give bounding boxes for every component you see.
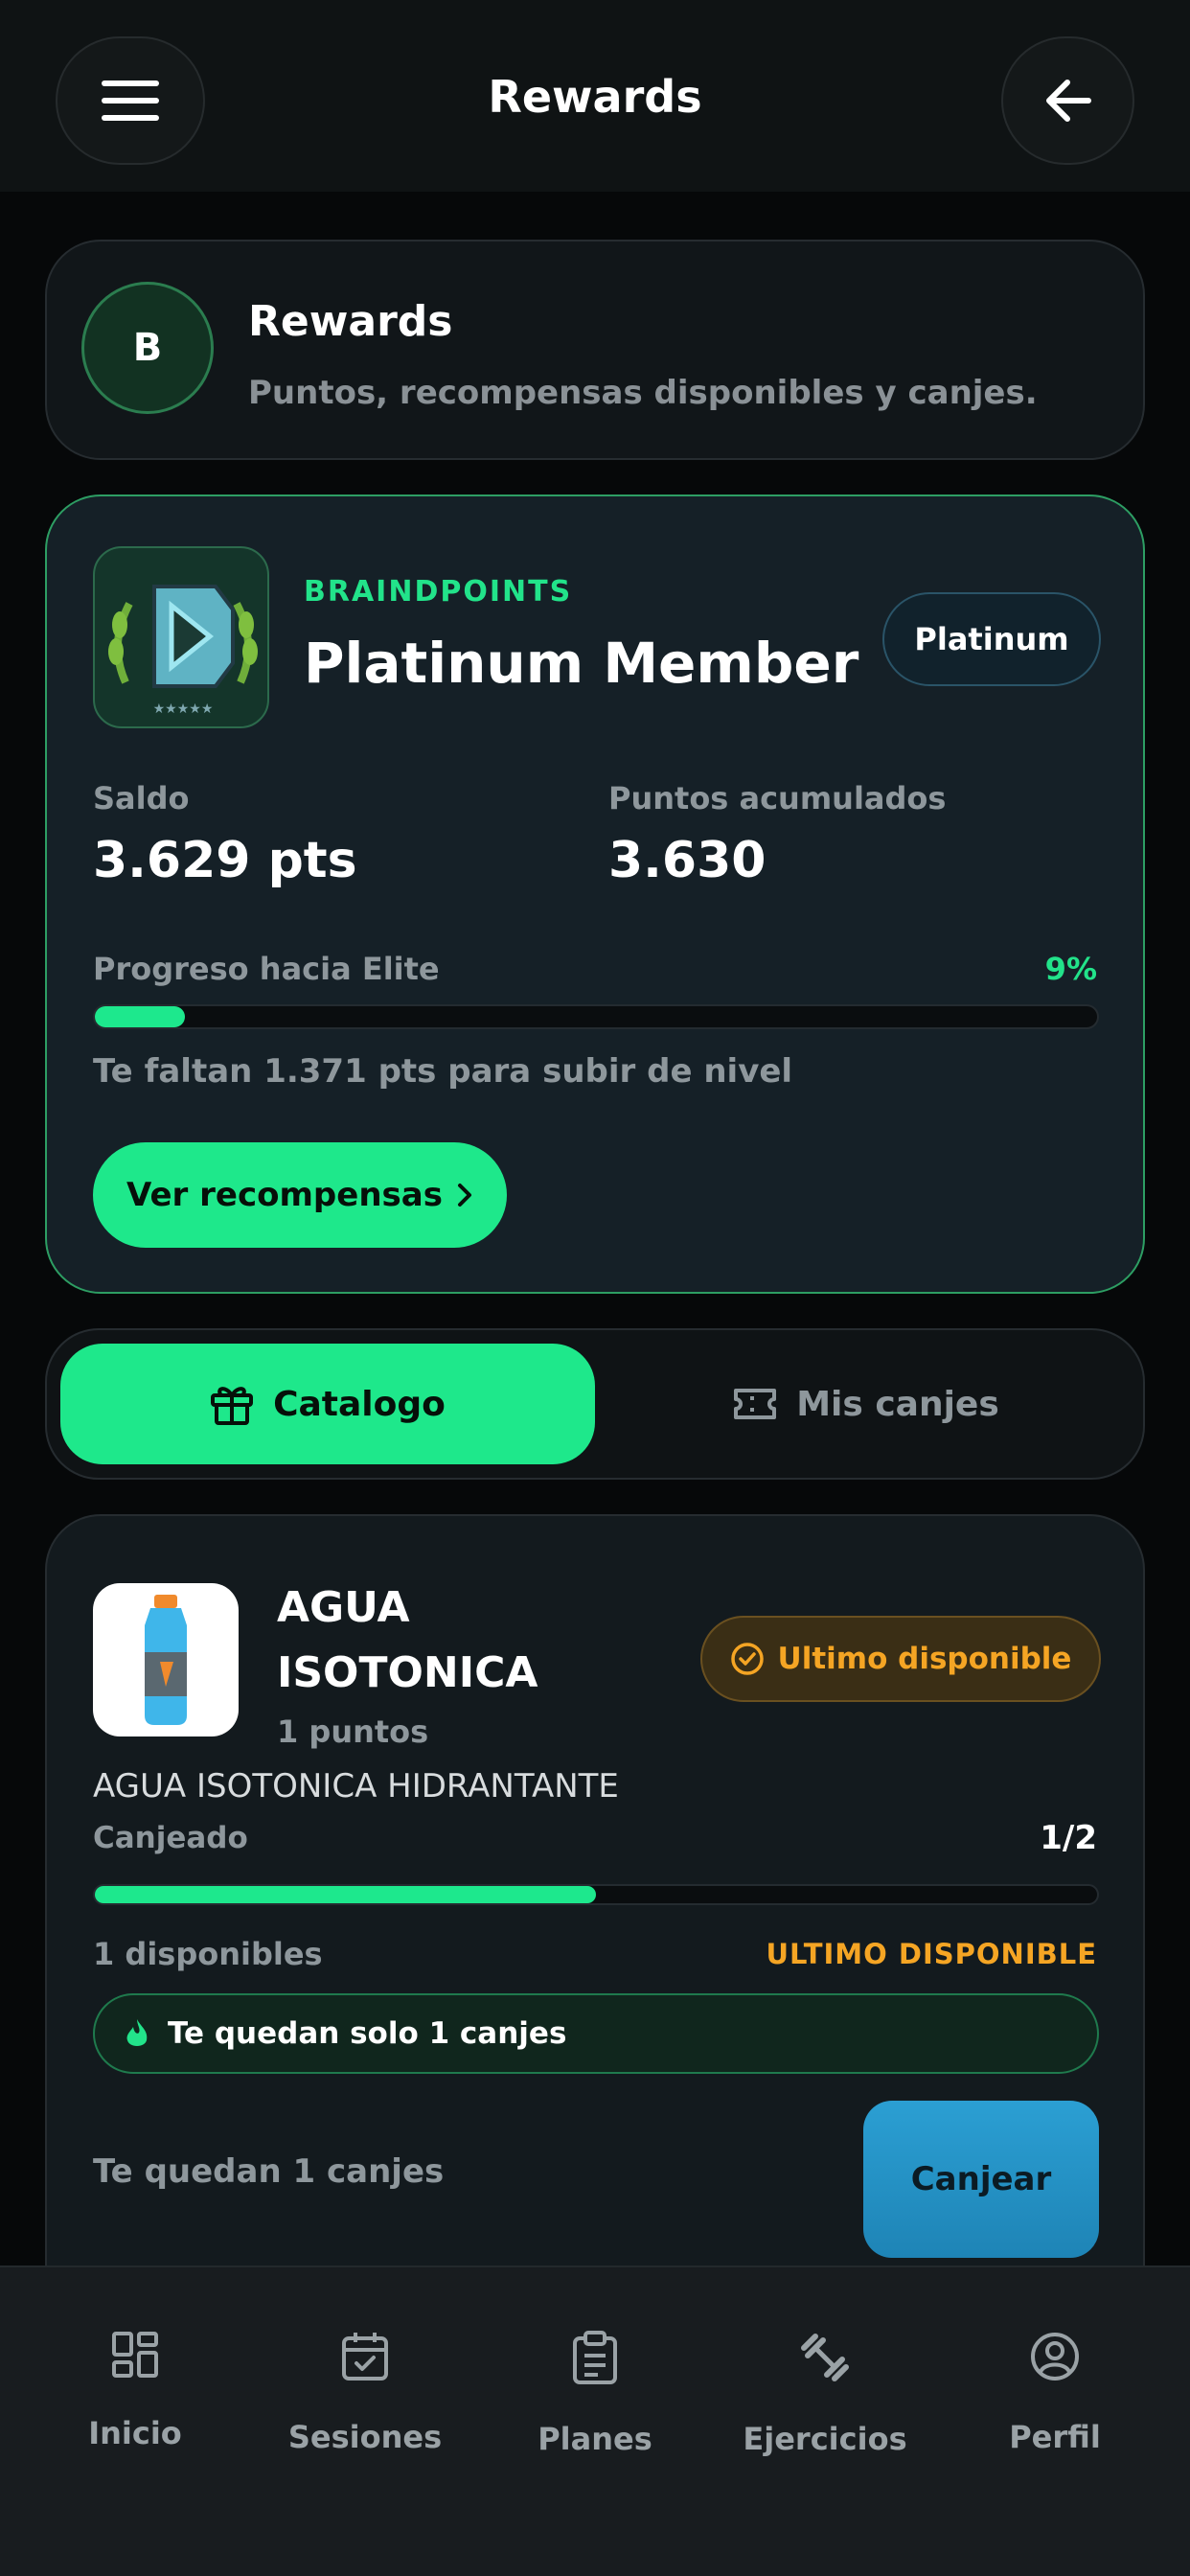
product-image: [93, 1583, 239, 1736]
accumulated-label: Puntos acumulados: [608, 780, 947, 816]
bottle-icon: [145, 1595, 187, 1725]
member-tier-title: Platinum Member: [304, 631, 859, 696]
nav-item-inicio[interactable]: Inicio: [20, 2331, 250, 2451]
nav-label-sesiones: Sesiones: [287, 2419, 443, 2455]
last-available-badge: Ultimo disponible: [700, 1616, 1101, 1702]
redeemed-label: Canjeado: [93, 1821, 248, 1855]
product-name: AGUA ISOTONICA: [277, 1583, 538, 1697]
rewards-intro-card: B Rewards Puntos, recompensas disponible…: [45, 240, 1145, 460]
redemption-progress-fill: [95, 1886, 596, 1903]
intro-subtitle: Puntos, recompensas disponibles y canjes…: [248, 374, 1038, 412]
balance-value: 3.629 pts: [93, 832, 357, 889]
points-card: ★★★★★ BRAINDPOINTS Platinum Member Plati…: [45, 494, 1145, 1294]
redeemed-count: 1/2: [1040, 1819, 1097, 1857]
remaining-redemptions: Te quedan 1 canjes: [93, 2152, 445, 2191]
tab-mis-canjes[interactable]: Mis canjes: [599, 1344, 1133, 1464]
view-rewards-label: Ver recompensas: [126, 1176, 443, 1214]
tier-progress-bar: [93, 1004, 1099, 1029]
chevron-right-icon: [457, 1184, 471, 1207]
tier-badge: Platinum: [882, 592, 1101, 686]
progress-note: Te faltan 1.371 pts para subir de nivel: [93, 1052, 793, 1091]
check-circle-icon: [730, 1643, 764, 1675]
tier-progress-fill: [95, 1006, 186, 1027]
available-count: 1 disponibles: [93, 1936, 323, 1972]
last-available-tag: ULTIMO DISPONIBLE: [766, 1938, 1097, 1970]
nav-item-ejercicios[interactable]: Ejercicios: [710, 2331, 940, 2457]
tier-badge-image: ★★★★★: [93, 546, 269, 728]
nav-label-inicio: Inicio: [88, 2415, 182, 2451]
avatar: B: [81, 282, 214, 414]
progress-label: Progreso hacia Elite: [93, 951, 440, 987]
dumbbell-icon: [801, 2334, 849, 2381]
ticket-icon: [734, 1389, 777, 1419]
scarcity-text: Te quedan solo 1 canjes: [168, 2016, 567, 2051]
program-label: BRAINDPOINTS: [304, 575, 573, 609]
product-points: 1 puntos: [277, 1714, 429, 1750]
redeem-button[interactable]: Canjear: [863, 2101, 1099, 2258]
accumulated-value: 3.630: [608, 832, 767, 889]
nav-item-perfil[interactable]: Perfil: [940, 2331, 1170, 2455]
nav-item-planes[interactable]: Planes: [480, 2331, 710, 2457]
clipboard-icon: [573, 2331, 617, 2384]
rewards-tabs: Catalogo Mis canjes: [45, 1328, 1145, 1480]
flame-icon: [126, 2019, 148, 2046]
nav-label-perfil: Perfil: [1009, 2419, 1101, 2455]
svg-text:★★★★★: ★★★★★: [153, 702, 214, 717]
calendar-check-icon: [342, 2333, 388, 2380]
top-app-bar: Rewards: [0, 0, 1190, 192]
nav-label-planes: Planes: [538, 2421, 652, 2457]
redemption-progress-bar: [93, 1884, 1099, 1905]
balance-label: Saldo: [93, 780, 190, 816]
last-available-label: Ultimo disponible: [777, 1642, 1072, 1676]
tier-emblem-icon: ★★★★★: [108, 585, 258, 717]
tab-catalogo-label: Catalogo: [273, 1384, 446, 1424]
tab-mis-canjes-label: Mis canjes: [796, 1384, 999, 1424]
view-rewards-button[interactable]: Ver recompensas: [93, 1142, 507, 1248]
nav-label-ejercicios: Ejercicios: [743, 2421, 907, 2457]
bottom-navigation: Inicio Sesiones Planes Ejercicios Perfil: [0, 2266, 1190, 2576]
tab-catalogo[interactable]: Catalogo: [60, 1344, 595, 1464]
user-circle-icon: [1031, 2333, 1079, 2380]
nav-item-sesiones[interactable]: Sesiones: [250, 2331, 480, 2455]
intro-title: Rewards: [248, 297, 453, 346]
arrow-left-icon: [1045, 80, 1091, 122]
progress-percent: 9%: [1044, 951, 1097, 987]
scarcity-banner: Te quedan solo 1 canjes: [93, 1993, 1099, 2074]
dashboard-icon: [112, 2332, 158, 2378]
product-description: AGUA ISOTONICA HIDRANTANTE: [93, 1767, 619, 1806]
gift-icon: [211, 1387, 254, 1425]
back-button[interactable]: [1001, 36, 1134, 165]
